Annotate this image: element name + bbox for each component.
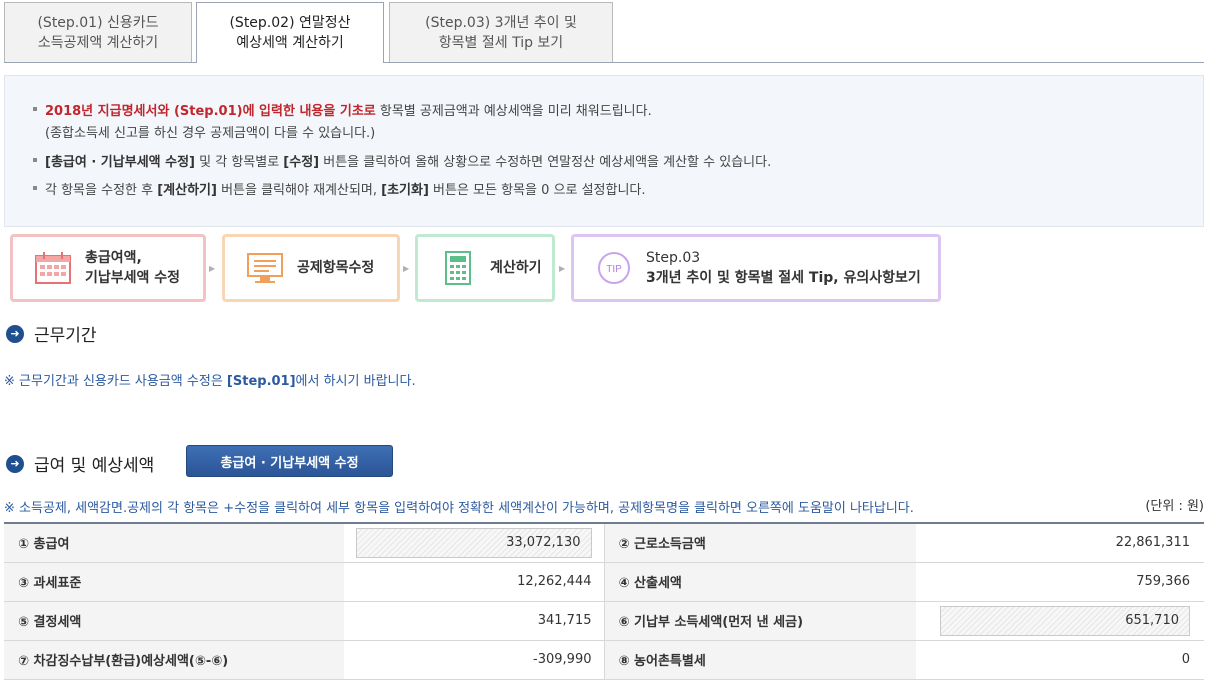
row-value: 12,262,444: [344, 562, 604, 602]
info-line-2: [총급여 · 기납부세액 수정] 및 각 항목별로 [수정] 버튼을 클릭하여 …: [33, 151, 771, 170]
info-text: 버튼을 클릭하여 올해 상황으로 수정하면 연말정산 예상세액을 계산할 수 있…: [319, 155, 772, 170]
info-text: 항목별 공제금액과 예상세액을 미리 채워드립니다.: [375, 104, 652, 119]
step-label: 계산하기: [490, 260, 542, 276]
tab-step-label: (Step.02): [229, 15, 295, 31]
tab-divider: [4, 62, 1204, 63]
row-value: 759,366: [916, 562, 1204, 602]
info-text: 버튼을 클릭해야 재계산되며,: [216, 183, 382, 198]
info-text: 각 항목을 수정한 후: [45, 183, 158, 198]
tip-icon: TIP: [598, 252, 630, 284]
calculator-icon: [445, 251, 471, 285]
tab-step01[interactable]: (Step.01) 신용카드 소득공제액 계산하기: [4, 2, 192, 62]
chevron-right-icon: ▶: [559, 264, 566, 273]
step-label: 3개년 추이 및 항목별 절세 Tip, 유의사항보기: [646, 270, 921, 286]
salary-note: ※ 소득공제, 세액감면.공제의 각 항목은 +수정을 클릭하여 세부 항목을 …: [4, 501, 914, 516]
prepaid-tax-field[interactable]: 651,710: [940, 605, 1190, 636]
row-label[interactable]: ⑤ 결정세액: [4, 601, 344, 641]
total-salary-field[interactable]: 33,072,130: [355, 527, 592, 558]
row-label[interactable]: ④ 산출세액: [603, 562, 916, 602]
step-edit-deductions[interactable]: 공제항목수정: [222, 234, 400, 302]
monitor-icon: [247, 253, 283, 283]
step-label: 기납부세액 수정: [85, 270, 181, 286]
step-view-tips[interactable]: TIP Step.03 3개년 추이 및 항목별 절세 Tip, 유의사항보기: [571, 234, 941, 302]
info-line-1: 2018년 지급명세서와 (Step.01)에 입력한 내용을 기초로 항목별 …: [33, 100, 652, 119]
table-row: ③ 과세표준 12,262,444 ④ 산출세액 759,366: [4, 562, 1204, 602]
section-work-period: ➜ 근무기간: [6, 321, 97, 346]
row-value: 33,072,130: [344, 523, 604, 563]
tab-step02[interactable]: (Step.02) 연말정산 예상세액 계산하기: [196, 2, 384, 63]
svg-text:TIP: TIP: [606, 264, 622, 275]
row-label[interactable]: ⑥ 기납부 소득세액(먼저 낸 세금): [603, 601, 916, 641]
chevron-right-icon: ▶: [209, 264, 216, 273]
tab-subtitle: 소득공제액 계산하기: [37, 34, 159, 51]
row-label[interactable]: ③ 과세표준: [4, 562, 344, 602]
row-value: 22,861,311: [916, 523, 1204, 563]
info-line-1b: (종합소득세 신고를 하신 경우 공제금액이 다를 수 있습니다.): [33, 122, 375, 141]
bullet-icon: [33, 186, 37, 190]
row-label[interactable]: ② 근로소득금액: [603, 523, 916, 563]
tab-title: 연말정산: [299, 15, 351, 31]
tax-summary-table: ① 총급여 33,072,130 ② 근로소득금액 22,861,311 ③ 과…: [4, 522, 1204, 680]
info-box: 2018년 지급명세서와 (Step.01)에 입력한 내용을 기초로 항목별 …: [4, 75, 1204, 227]
section-salary-tax: ➜ 급여 및 예상세액: [6, 451, 154, 476]
info-highlight: 2018년 지급명세서와 (Step.01)에 입력한 내용을 기초로: [45, 104, 376, 119]
tab-subtitle: 예상세액 계산하기: [236, 35, 344, 51]
table-row: ⑦ 차감징수납부(환급)예상세액(⑤-⑥) -309,990 ⑧ 농어촌특별세 …: [4, 640, 1204, 680]
row-value: -309,990: [344, 640, 604, 680]
row-value: 651,710: [916, 601, 1204, 641]
info-bold: [수정]: [283, 155, 320, 170]
info-line-3: 각 항목을 수정한 후 [계산하기] 버튼을 클릭해야 재계산되며, [초기화]…: [33, 179, 646, 198]
section-title: 근무기간: [34, 326, 97, 346]
info-text: 버튼은 모든 항목을 0 으로 설정합니다.: [428, 183, 646, 198]
section-title: 급여 및 예상세액: [34, 456, 155, 476]
step-calculate[interactable]: 계산하기: [415, 234, 555, 302]
step-label: 총급여액,: [85, 250, 142, 266]
edit-salary-tax-button[interactable]: 총급여 · 기납부세액 수정: [186, 445, 393, 477]
tab-bar: (Step.01) 신용카드 소득공제액 계산하기 (Step.02) 연말정산…: [4, 2, 1204, 63]
note-text: 에서 하시기 바랍니다.: [295, 374, 416, 389]
chevron-right-icon: ▶: [403, 264, 410, 273]
note-text: ※ 근무기간과 신용카드 사용금액 수정은: [4, 374, 227, 389]
bullet-icon: [33, 158, 37, 162]
arrow-circle-icon: ➜: [6, 454, 24, 473]
row-label[interactable]: ⑦ 차감징수납부(환급)예상세액(⑤-⑥): [4, 640, 344, 680]
row-label[interactable]: ⑧ 농어촌특별세: [603, 640, 916, 680]
info-bold: [총급여 · 기납부세액 수정]: [45, 155, 195, 170]
tab-title: 신용카드: [107, 14, 159, 31]
table-row: ⑤ 결정세액 341,715 ⑥ 기납부 소득세액(먼저 낸 세금) 651,7…: [4, 601, 1204, 641]
unit-label: (단위 : 원): [1145, 499, 1204, 514]
tab-step03[interactable]: (Step.03) 3개년 추이 및 항목별 절세 Tip 보기: [389, 2, 613, 62]
tab-step-label: (Step.01): [37, 14, 103, 31]
work-period-note: ※ 근무기간과 신용카드 사용금액 수정은 [Step.01]에서 하시기 바랍…: [4, 370, 416, 389]
tab-subtitle: 항목별 절세 Tip 보기: [438, 34, 564, 51]
info-text: 및 각 항목별로: [195, 155, 284, 170]
step-edit-salary[interactable]: 총급여액, 기납부세액 수정: [10, 234, 206, 302]
step-label: Step.03: [646, 250, 701, 266]
arrow-circle-icon: ➜: [6, 324, 24, 343]
info-bold: [초기화]: [381, 183, 429, 198]
row-value: 341,715: [344, 601, 604, 641]
tab-step-label: (Step.03): [425, 14, 491, 31]
row-label[interactable]: ① 총급여: [4, 523, 344, 563]
note-bold: [Step.01]: [226, 374, 296, 389]
info-bold: [계산하기]: [157, 183, 217, 198]
calendar-icon: [35, 252, 71, 284]
tab-title: 3개년 추이 및: [494, 14, 577, 31]
bullet-icon: [33, 107, 37, 111]
info-text: (종합소득세 신고를 하신 경우 공제금액이 다를 수 있습니다.): [45, 126, 376, 141]
table-row: ① 총급여 33,072,130 ② 근로소득금액 22,861,311: [4, 523, 1204, 563]
row-value: 0: [916, 640, 1204, 680]
step-label: 공제항목수정: [297, 260, 375, 276]
